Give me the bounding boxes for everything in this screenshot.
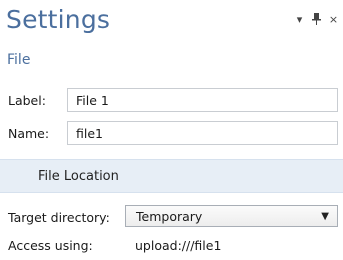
access-using-value: upload:///file1 bbox=[135, 238, 222, 253]
target-directory-select[interactable]: Temporary ▼ bbox=[125, 205, 338, 227]
file-location-section-header[interactable]: File Location bbox=[0, 159, 343, 193]
name-input[interactable]: file1 bbox=[67, 121, 338, 145]
target-directory-row: Target directory: Temporary ▼ bbox=[0, 202, 343, 232]
panel-options-dropdown-icon[interactable]: ▾ bbox=[294, 12, 305, 26]
close-icon[interactable]: × bbox=[328, 12, 339, 26]
target-directory-caption: Target directory: bbox=[8, 210, 110, 225]
target-directory-value: Temporary bbox=[136, 208, 203, 224]
label-row: Label: File 1 bbox=[0, 85, 343, 115]
chevron-down-icon: ▼ bbox=[321, 211, 329, 222]
panel-title: Settings bbox=[6, 5, 111, 34]
panel-window-controls: ▾ × bbox=[294, 12, 339, 26]
settings-panel: Settings File ▾ × Label: File 1 Name: fi… bbox=[0, 0, 343, 260]
name-row: Name: file1 bbox=[0, 118, 343, 148]
label-caption: Label: bbox=[8, 93, 46, 108]
access-using-row: Access using: upload:///file1 bbox=[0, 230, 343, 260]
access-using-caption: Access using: bbox=[8, 238, 93, 253]
label-input[interactable]: File 1 bbox=[67, 88, 338, 112]
section-title: File Location bbox=[38, 169, 119, 184]
pin-icon[interactable] bbox=[311, 12, 322, 26]
name-caption: Name: bbox=[8, 126, 50, 141]
pin-icon-graphic bbox=[312, 13, 321, 25]
panel-subtitle: File bbox=[7, 52, 31, 68]
